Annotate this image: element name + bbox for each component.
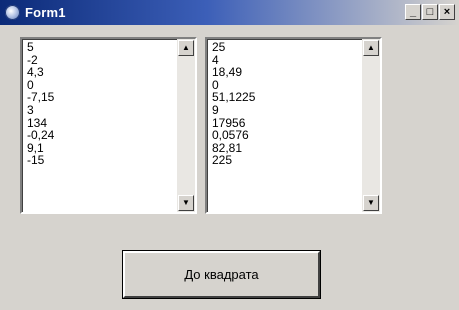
- output-listbox[interactable]: 25 4 18,49 0 51,1225 9 17956 0,0576 82,8…: [205, 37, 382, 214]
- list-item[interactable]: 225: [212, 154, 255, 167]
- input-list-items: 5 -2 4,3 0 -7,15 3 134 -0,24 9,1 -15: [27, 41, 54, 167]
- scroll-down-arrow-icon[interactable]: ▼: [178, 195, 194, 211]
- list-item[interactable]: 9: [212, 104, 255, 117]
- list-item[interactable]: 5: [27, 41, 54, 54]
- input-listbox[interactable]: 5 -2 4,3 0 -7,15 3 134 -0,24 9,1 -15 ▲ ▼: [20, 37, 197, 214]
- minimize-button[interactable]: _: [405, 4, 421, 20]
- caption-buttons: _ □ ×: [405, 4, 455, 21]
- list-item[interactable]: 18,49: [212, 66, 255, 79]
- scroll-up-arrow-icon[interactable]: ▲: [178, 40, 194, 56]
- list-item[interactable]: 3: [27, 104, 54, 117]
- form1-window: Form1 _ □ × 5 -2 4,3 0 -7,15 3 134 -0,24…: [0, 0, 459, 310]
- list-item[interactable]: -15: [27, 154, 54, 167]
- square-button[interactable]: До квадрата: [122, 250, 321, 299]
- list-item[interactable]: 0,0576: [212, 129, 255, 142]
- maximize-button[interactable]: □: [422, 4, 438, 20]
- scroll-down-arrow-icon[interactable]: ▼: [363, 195, 379, 211]
- title-bar[interactable]: Form1 _ □ ×: [0, 0, 459, 25]
- list-item[interactable]: -0,24: [27, 129, 54, 142]
- output-list-items: 25 4 18,49 0 51,1225 9 17956 0,0576 82,8…: [212, 41, 255, 167]
- app-icon: [5, 5, 20, 20]
- list-item[interactable]: 25: [212, 41, 255, 54]
- close-button[interactable]: ×: [439, 4, 455, 20]
- window-title: Form1: [25, 5, 66, 20]
- list-item[interactable]: 4,3: [27, 66, 54, 79]
- scroll-up-arrow-icon[interactable]: ▲: [363, 40, 379, 56]
- vertical-scrollbar[interactable]: ▲ ▼: [362, 39, 380, 212]
- vertical-scrollbar[interactable]: ▲ ▼: [177, 39, 195, 212]
